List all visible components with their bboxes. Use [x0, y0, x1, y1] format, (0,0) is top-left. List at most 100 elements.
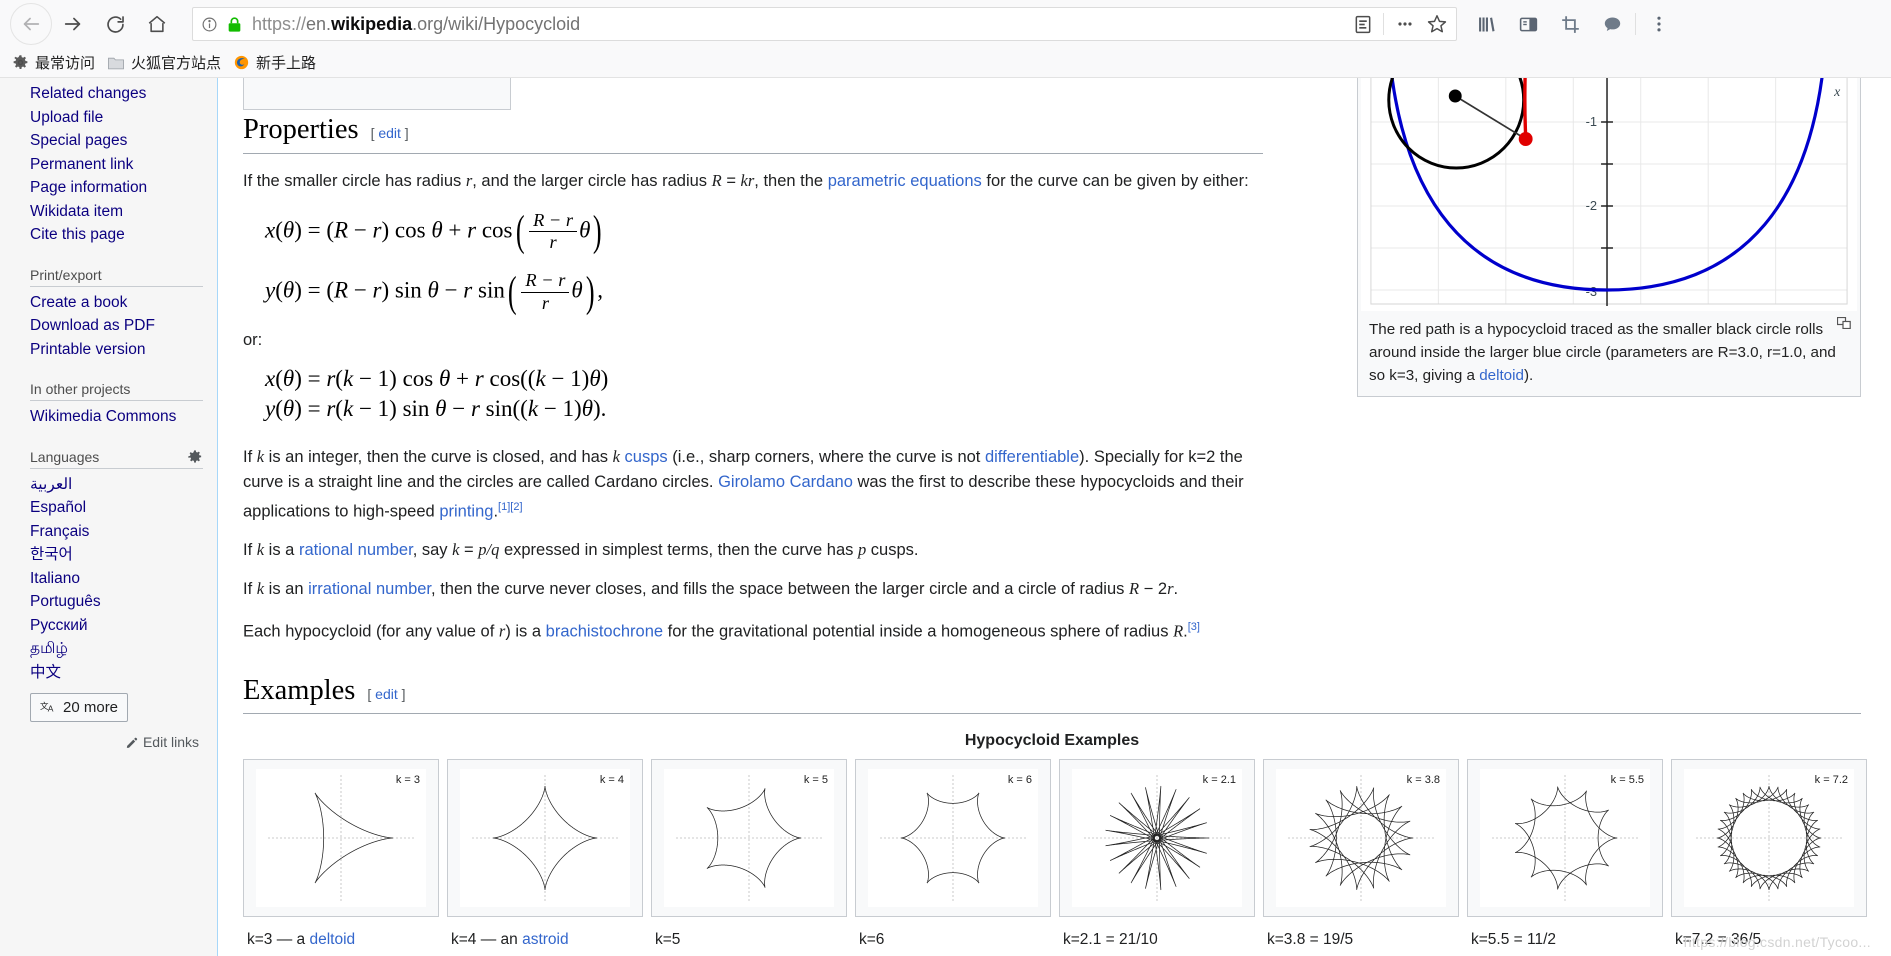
reference-3[interactable]: [3] — [1188, 621, 1200, 633]
sidebar-print-link-2[interactable]: Printable version — [30, 338, 203, 362]
hypocycloid-animation-image: -1 -2 -3 x — [1361, 78, 1857, 311]
bookmark-getting-started[interactable]: 新手上路 — [231, 52, 326, 73]
sidebar-language-link-8[interactable]: 中文 — [30, 661, 203, 685]
reference-1[interactable]: [1] — [498, 501, 510, 513]
sidebar-language-link-1[interactable]: Español — [30, 496, 203, 520]
figure-caption-deltoid-link[interactable]: deltoid — [1479, 367, 1524, 384]
address-bar[interactable]: https://en.wikipedia.org/wiki/Hypocycloi… — [192, 7, 1457, 41]
reload-button[interactable] — [94, 3, 136, 45]
var-kr: kr — [740, 170, 755, 190]
screenshot-button[interactable] — [1551, 5, 1589, 43]
gallery-thumbnail[interactable]: k = 3.8 — [1263, 759, 1459, 918]
reader-view-icon[interactable] — [1353, 14, 1373, 35]
parametric-equations-link[interactable]: parametric equations — [828, 172, 982, 190]
sidebar-tool-link-3[interactable]: Permanent link — [30, 153, 203, 177]
more-languages-button[interactable]: 文 A 20 more — [30, 693, 129, 722]
app-menu-button[interactable] — [1640, 5, 1678, 43]
bookmark-star-icon[interactable] — [1426, 13, 1448, 35]
lock-icon[interactable] — [227, 16, 242, 33]
pocket-button[interactable] — [1593, 5, 1631, 43]
gallery-thumbnail[interactable]: k = 4 — [447, 759, 643, 918]
svg-text:-2: -2 — [1586, 198, 1597, 213]
sidebar-language-link-7[interactable]: தமிழ் — [30, 637, 203, 661]
page-actions-ellipsis-icon[interactable] — [1394, 14, 1416, 34]
t2: is an — [264, 580, 309, 598]
svg-text:x: x — [1833, 85, 1841, 100]
gallery-thumbnail-canvas: k = 3 — [256, 769, 426, 908]
var-p: p — [857, 540, 867, 559]
sidebar-print-link-0[interactable]: Create a book — [30, 291, 203, 315]
bookmark-most-visited[interactable]: 最常访问 — [10, 52, 105, 73]
pocket-chat-icon — [1604, 17, 1620, 31]
sidebar-print-link-1[interactable]: Download as PDF — [30, 314, 203, 338]
edit-link-anchor[interactable]: edit — [378, 125, 401, 141]
gallery-thumbnail[interactable]: k = 6 — [855, 759, 1051, 918]
hypocycloid-plot — [472, 775, 618, 902]
girolamo-cardano-link[interactable]: Girolamo Cardano — [718, 473, 853, 491]
sidebar-language-link-3[interactable]: 한국어 — [30, 543, 203, 567]
edit-link-anchor[interactable]: edit — [375, 686, 398, 702]
sidebar-language-link-5[interactable]: Português — [30, 590, 203, 614]
page-info-icon[interactable] — [201, 16, 218, 33]
ref-2-link[interactable]: [2] — [510, 501, 522, 513]
gallery-caption-link[interactable]: astroid — [522, 931, 569, 948]
sidebar-tool-link-4[interactable]: Page information — [30, 176, 203, 200]
back-button[interactable] — [10, 3, 52, 45]
reference-2[interactable]: [2] — [510, 501, 522, 513]
ref-1-link[interactable]: [1] — [498, 501, 510, 513]
intro-text-c: , then the — [754, 171, 828, 190]
gallery-caption-text: k=3.8 = 19/5 — [1267, 931, 1354, 949]
sidebar-language-link-6[interactable]: Русский — [30, 614, 203, 638]
rational-number-link[interactable]: rational number — [299, 541, 413, 559]
library-icon — [1478, 17, 1495, 31]
sidebar-tool-link-6[interactable]: Cite this page — [30, 223, 203, 247]
brachistochrone-paragraph: Each hypocycloid (for any value of r) is… — [243, 615, 1265, 645]
hypocycloid-plot — [268, 775, 414, 902]
gallery-item: k = 5 k=5 — [651, 759, 847, 949]
sidebar-edit-links[interactable]: Edit links — [30, 734, 203, 750]
sidebars-button[interactable] — [1509, 5, 1547, 43]
gallery-thumbnail[interactable]: k = 2.1 — [1059, 759, 1255, 918]
cusps-link[interactable]: cusps — [620, 448, 668, 466]
sidebar-project-link-0[interactable]: Wikimedia Commons — [30, 405, 203, 429]
printing-link[interactable]: printing — [439, 502, 493, 520]
bookmark-label: 火狐官方站点 — [131, 55, 222, 72]
gallery-item: k = 4 k=4 — an astroid — [447, 759, 643, 949]
ref-3-link[interactable]: [3] — [1188, 621, 1200, 633]
gallery-caption-link[interactable]: deltoid — [309, 931, 355, 948]
sidebar-language-link-4[interactable]: Italiano — [30, 567, 203, 591]
gear-icon[interactable] — [187, 449, 203, 465]
home-icon — [148, 15, 166, 33]
bookmark-firefox-site[interactable]: 火狐官方站点 — [105, 52, 231, 73]
t2: is a — [264, 541, 299, 559]
library-button[interactable] — [1467, 5, 1505, 43]
gallery-caption-text: k=2.1 = 21/10 — [1063, 931, 1158, 949]
gallery-thumbnail[interactable]: k = 3 — [243, 759, 439, 918]
home-button[interactable] — [136, 3, 178, 45]
sidebar-tool-link-0[interactable]: Related changes — [30, 82, 203, 106]
forward-button[interactable] — [52, 3, 94, 45]
wiki-sidebar: Related changes Upload file Special pages P… — [0, 78, 218, 956]
magnify-enlarge-icon[interactable] — [1837, 317, 1851, 329]
sidebar-tool-link-5[interactable]: Wikidata item — [30, 200, 203, 224]
bookmarks-toolbar: 最常访问 火狐官方站点 新手上路 — [0, 48, 1891, 78]
gallery-item: k = 7.2 k=7.2 = 36/5 — [1671, 759, 1867, 949]
sidebar-tool-link-1[interactable]: Upload file — [30, 106, 203, 130]
sidebar-language-link-2[interactable]: Français — [30, 520, 203, 544]
irrational-number-link[interactable]: irrational number — [308, 580, 431, 598]
svg-text:-1: -1 — [1586, 114, 1597, 129]
sidebar-language-link-0[interactable]: العربية — [30, 473, 203, 497]
differentiable-link[interactable]: differentiable — [985, 448, 1079, 466]
section-edit-link[interactable]: [ edit ] — [371, 125, 409, 143]
hypocycloid-figure[interactable]: -1 -2 -3 x The red path is a hypocycloid… — [1357, 78, 1861, 397]
previous-thumbnail-fragment[interactable] — [243, 78, 511, 110]
gallery-k-label: k = 5.5 — [1610, 774, 1644, 787]
gallery-thumbnail[interactable]: k = 7.2 — [1671, 759, 1867, 918]
gallery-thumbnail[interactable]: k = 5.5 — [1467, 759, 1663, 918]
section-edit-link[interactable]: [ edit ] — [367, 686, 405, 704]
gallery-thumbnail[interactable]: k = 5 — [651, 759, 847, 918]
sidebar-tool-link-2[interactable]: Special pages — [30, 129, 203, 153]
brachistochrone-link[interactable]: brachistochrone — [546, 623, 663, 641]
figure-caption: The red path is a hypocycloid traced as … — [1361, 311, 1857, 393]
sidebar-languages-list: العربية Español Français 한국어 Italiano Portugu… — [30, 473, 203, 685]
